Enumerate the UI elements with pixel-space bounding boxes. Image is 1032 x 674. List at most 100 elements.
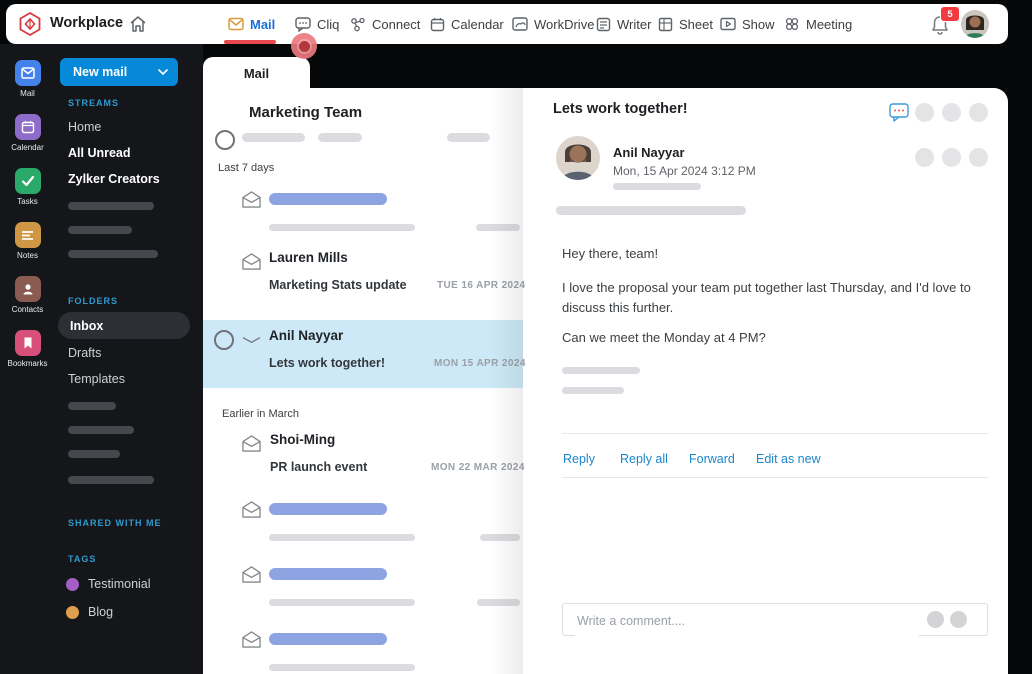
envelope-icon (242, 337, 261, 344)
toolbar-button-placeholder[interactable] (942, 103, 961, 122)
placeholder-bar (68, 450, 120, 458)
placeholder-sender-bar (269, 503, 387, 515)
placeholder-subject-bar (269, 599, 415, 606)
nav-label: Writer (617, 16, 652, 32)
sidebar-item-zylker-creators[interactable]: Zylker Creators (68, 172, 160, 186)
rail-label: Notes (17, 251, 38, 260)
select-all-checkbox[interactable] (215, 130, 235, 150)
presentation-icon (720, 17, 736, 31)
placeholder-bar (68, 426, 134, 434)
streams-section-label: STREAMS (68, 98, 120, 108)
sidebar-item-templates[interactable]: Templates (68, 372, 125, 386)
placeholder-bar (68, 476, 154, 484)
rail-label: Bookmarks (7, 359, 48, 368)
placeholder-bar (68, 202, 154, 210)
spreadsheet-icon (658, 17, 673, 31)
tag-color-dot (66, 578, 79, 591)
chevron-down-icon (158, 69, 168, 75)
body-paragraph: I love the proposal your team put togeth… (562, 280, 971, 315)
message-action-placeholder[interactable] (915, 148, 934, 167)
mail-item-sender[interactable]: Shoi-Ming (270, 432, 335, 447)
reply-button[interactable]: Reply (563, 452, 595, 466)
topbar: Workplace Mail Cliq Connect Calendar Wor… (6, 4, 1008, 44)
placeholder-bar (556, 206, 746, 215)
calendar-icon (430, 17, 445, 31)
message-action-placeholder[interactable] (942, 148, 961, 167)
tasks-app-icon (14, 168, 41, 194)
mail-item-checkbox[interactable] (214, 330, 234, 350)
mail-item-subject[interactable]: Marketing Stats update (269, 278, 407, 292)
comment-input[interactable] (575, 604, 919, 637)
list-title: Marketing Team (249, 104, 363, 121)
nav-label: Sheet (679, 16, 713, 32)
nav-item-mail[interactable]: Mail (228, 4, 275, 44)
placeholder-date-bar (480, 534, 520, 541)
rail-item-bookmarks[interactable]: Bookmarks (0, 330, 55, 368)
network-icon (351, 17, 365, 31)
nav-label: Calendar (451, 16, 504, 32)
envelope-icon (242, 253, 261, 270)
placeholder-bar (613, 183, 701, 190)
nav-item-show[interactable]: Show (720, 4, 775, 44)
drive-folder-icon (512, 17, 528, 31)
nav-item-sheet[interactable]: Sheet (658, 4, 713, 44)
comment-action-placeholder[interactable] (927, 611, 944, 628)
rail-item-calendar[interactable]: Calendar (0, 114, 55, 152)
tab-mail[interactable]: Mail (203, 57, 310, 89)
comment-box (562, 603, 988, 637)
nav-item-meeting[interactable]: Meeting (784, 4, 852, 44)
mail-item-subject[interactable]: PR launch event (270, 460, 367, 474)
forward-button[interactable]: Forward (689, 452, 735, 466)
divider (562, 433, 988, 434)
app-window: Workplace Mail Cliq Connect Calendar Wor… (0, 0, 1032, 674)
sidebar-item-all-unread[interactable]: All Unread (68, 146, 131, 160)
new-mail-label: New mail (73, 65, 128, 79)
reply-all-button[interactable]: Reply all (620, 452, 668, 466)
sidebar-tag-blog[interactable]: Blog (88, 605, 113, 619)
sidebar-item-home[interactable]: Home (68, 120, 101, 134)
sidebar-tag-testimonial[interactable]: Testimonial (88, 577, 151, 591)
nav-label: Cliq (317, 16, 340, 32)
folders-section-label: FOLDERS (68, 296, 119, 306)
workplace-logo-icon (19, 11, 41, 37)
nav-item-workdrive[interactable]: WorkDrive (512, 4, 594, 44)
nav-label: Mail (250, 16, 276, 32)
rail-item-notes[interactable]: Notes (0, 222, 55, 260)
toolbar-button-placeholder[interactable] (969, 103, 988, 122)
signature-placeholder-bar (562, 367, 640, 374)
tags-section-label: TAGS (68, 554, 97, 564)
home-icon[interactable] (128, 14, 148, 34)
placeholder-bar (447, 133, 490, 142)
user-avatar[interactable] (961, 10, 989, 38)
message-datetime: Mon, 15 Apr 2024 3:12 PM (613, 164, 756, 178)
nav-item-writer[interactable]: Writer (596, 4, 651, 44)
notes-app-icon (14, 222, 41, 248)
mail-item-sender[interactable]: Anil Nayyar (269, 328, 343, 343)
nav-item-connect[interactable]: Connect (350, 4, 420, 44)
placeholder-bar (318, 133, 362, 142)
mail-item-sender[interactable]: Lauren Mills (269, 250, 348, 265)
divider (562, 477, 988, 478)
sidebar-item-inbox-selected[interactable]: Inbox (58, 312, 190, 339)
mail-item-subject[interactable]: Lets work together! (269, 356, 385, 370)
mail-item-date: TUE 16 APR 2024 (437, 280, 526, 291)
comment-action-placeholder[interactable] (950, 611, 967, 628)
envelope-icon (242, 566, 261, 583)
message-action-placeholder[interactable] (969, 148, 988, 167)
signature-placeholder-bar (562, 387, 624, 394)
sender-avatar (556, 136, 600, 180)
new-mail-button[interactable]: New mail (60, 58, 178, 86)
edit-as-new-button[interactable]: Edit as new (756, 452, 821, 466)
nav-item-calendar[interactable]: Calendar (430, 4, 504, 44)
rail-item-mail[interactable]: Mail (0, 60, 55, 98)
sidebar-item-drafts[interactable]: Drafts (68, 346, 101, 360)
rail-item-contacts[interactable]: Contacts (0, 276, 55, 314)
comments-icon[interactable] (889, 103, 909, 122)
placeholder-date-bar (477, 599, 520, 606)
rail-item-tasks[interactable]: Tasks (0, 168, 55, 206)
bookmarks-app-icon (14, 330, 41, 356)
body-paragraph: Can we meet the Monday at 4 PM? (562, 330, 766, 345)
nav-label: Connect (372, 16, 421, 32)
nav-label: Show (742, 16, 775, 32)
toolbar-button-placeholder[interactable] (915, 103, 934, 122)
